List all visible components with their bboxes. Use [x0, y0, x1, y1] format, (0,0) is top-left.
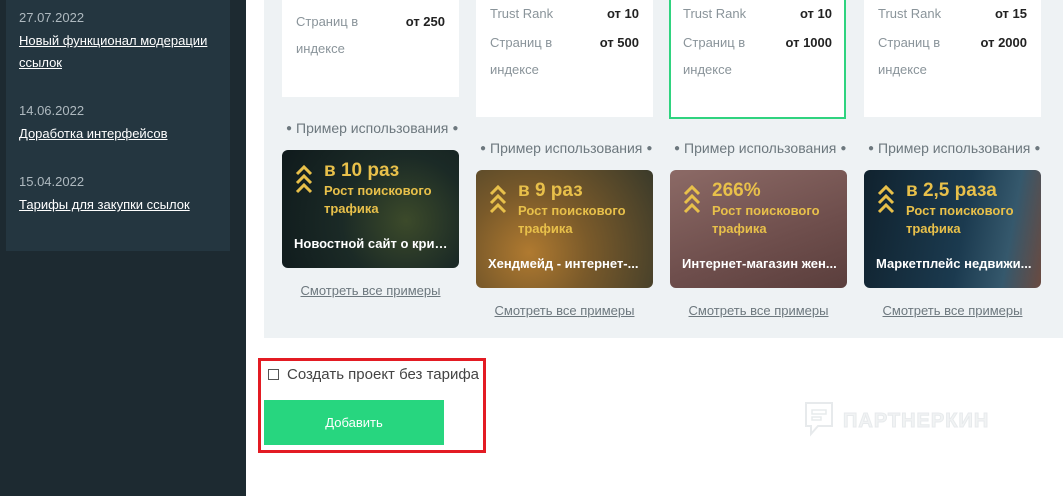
example-subtitle: Рост поискового трафика [518, 203, 626, 236]
growth-arrows-icon [489, 184, 507, 214]
example-card[interactable]: 266% Рост поискового трафика Интернет-ма… [670, 170, 847, 288]
watermark: ПАРТНЕРКИН [803, 400, 989, 442]
no-tariff-checkbox-row[interactable]: Создать проект без тарифа [268, 366, 479, 383]
sidebar: 27.07.2022 Новый функционал модерации сс… [0, 0, 246, 496]
tariffs-panel: Страниц в индексе от 250 Trust Rank от 1… [264, 0, 1063, 338]
tariff-row-value: от 1000 [785, 35, 832, 50]
example-card[interactable]: в 9 раз Рост поискового трафика Хендмейд… [476, 170, 653, 288]
tariff-row-value: от 10 [606, 6, 639, 21]
tariff-row-value: от 250 [405, 14, 445, 29]
example-card[interactable]: в 2,5 раза Рост поискового трафика Марке… [864, 170, 1041, 288]
growth-arrows-icon [877, 184, 895, 214]
news-list: 27.07.2022 Новый функционал модерации сс… [6, 0, 230, 251]
tariff-row: Trust Rank от 10 [683, 0, 832, 27]
news-link[interactable]: Доработка интерфейсов [19, 123, 224, 145]
example-subtitle: Рост поискового трафика [712, 203, 820, 236]
news-date: 27.07.2022 [19, 10, 85, 25]
tariff-card[interactable]: Страниц в индексе от 250 [282, 0, 459, 97]
example-card[interactable]: в 10 раз Рост поискового трафика Новостн… [282, 150, 459, 268]
tariff-row-label: Страниц в индексе [490, 35, 553, 77]
news-item: 15.04.2022 Тарифы для закупки ссылок [19, 173, 224, 216]
tariff-row-value: от 2000 [980, 35, 1027, 50]
example-subtitle: Рост поискового трафика [324, 183, 432, 216]
tariff-row: Страниц в индексе от 2000 [878, 29, 1027, 83]
example-value: в 10 раз [324, 160, 400, 181]
growth-arrows-icon [295, 164, 313, 194]
tariff-row-value: от 500 [599, 35, 639, 50]
example-title-text: Пример использования [296, 120, 449, 136]
see-all-examples-link[interactable]: Смотреть все примеры [864, 303, 1041, 318]
no-tariff-label: Создать проект без тарифа [287, 366, 480, 383]
example-value: в 9 раз [518, 180, 583, 201]
tariff-row: Страниц в индексе от 500 [490, 29, 639, 83]
tariff-row-label: Trust Rank [878, 6, 942, 21]
tariff-row-label: Trust Rank [490, 6, 554, 21]
tariff-row: Trust Rank от 15 [878, 0, 1027, 27]
news-link[interactable]: Новый функционал модерации ссылок [19, 30, 224, 74]
tariff-row: Страниц в индексе от 250 [296, 8, 445, 62]
tariff-row-label: Trust Rank [683, 6, 747, 21]
see-all-examples-link[interactable]: Смотреть все примеры [476, 303, 653, 318]
news-date: 15.04.2022 [19, 174, 85, 189]
example-title-text: Пример использования [878, 140, 1031, 156]
example-name: Новостной сайт о крип... [294, 236, 450, 251]
example-title: ● Пример использования ● [286, 120, 459, 136]
see-all-examples-link[interactable]: Смотреть все примеры [282, 283, 459, 298]
example-title: ● Пример использования ● [868, 140, 1041, 156]
news-date: 14.06.2022 [19, 103, 85, 118]
news-item: 27.07.2022 Новый функционал модерации сс… [19, 9, 224, 74]
example-value: в 2,5 раза [906, 180, 997, 201]
example-name: Маркетплейс недвижи... [876, 256, 1032, 271]
growth-arrows-icon [683, 184, 701, 214]
add-button[interactable]: Добавить [264, 400, 444, 445]
news-item: 14.06.2022 Доработка интерфейсов [19, 102, 224, 145]
tariff-row-label: Страниц в индексе [878, 35, 941, 77]
tariff-row: Страниц в индексе от 1000 [683, 29, 832, 83]
example-title-text: Пример использования [490, 140, 643, 156]
watermark-text: ПАРТНЕРКИН [842, 409, 990, 432]
tariff-row-label: Страниц в индексе [296, 14, 359, 56]
tariff-card-selected[interactable]: Trust Rank от 10 Страниц в индексе от 10… [669, 0, 846, 119]
example-title: ● Пример использования ● [480, 140, 653, 156]
see-all-examples-link[interactable]: Смотреть все примеры [670, 303, 847, 318]
tariff-row: Trust Rank от 10 [490, 0, 639, 27]
news-link[interactable]: Тарифы для закупки ссылок [19, 194, 224, 216]
example-value: 266% [712, 180, 761, 201]
example-title-text: Пример использования [684, 140, 837, 156]
example-subtitle: Рост поискового трафика [906, 203, 1014, 236]
tariff-row-label: Страниц в индексе [683, 35, 746, 77]
example-title: ● Пример использования ● [674, 140, 847, 156]
no-tariff-checkbox[interactable] [268, 369, 279, 380]
chat-bubble-logo-icon [805, 402, 833, 437]
tariff-row-value: от 15 [994, 6, 1027, 21]
tariff-card[interactable]: Trust Rank от 15 Страниц в индексе от 20… [864, 0, 1041, 117]
tariff-row-value: от 10 [799, 6, 832, 21]
tariff-card[interactable]: Trust Rank от 10 Страниц в индексе от 50… [476, 0, 653, 117]
example-name: Интернет-магазин жен... [682, 256, 837, 271]
example-name: Хендмейд - интернет-... [488, 256, 639, 271]
